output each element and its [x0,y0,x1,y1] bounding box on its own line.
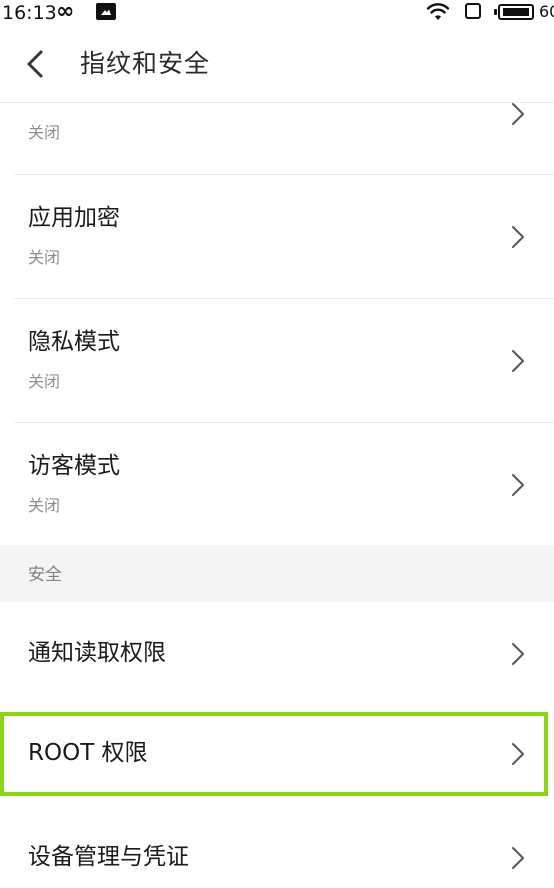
chevron-left-icon[interactable] [22,49,50,79]
wifi-icon [426,3,450,20]
item-title: ROOT 权限 [28,740,148,766]
item-status: 关闭 [28,123,61,142]
square-icon [465,3,481,19]
item-title: 通知读取权限 [28,640,166,666]
privacy-list: 关闭 应用加密 关闭 隐私模式 关闭 访客模式 关闭 [0,80,554,545]
item-title: 隐私模式 [28,329,120,355]
item-title: 设备管理与凭证 [28,844,189,870]
battery-icon [494,4,534,20]
list-item-notification-access[interactable]: 通知读取权限 [0,602,554,706]
list-item-guest-mode[interactable]: 访客模式 关闭 [0,423,554,545]
status-bar: 16:13 ∞ 60 [0,0,554,26]
status-time: 16:13 [2,2,57,24]
battery-percent: 60 [539,2,554,21]
chevron-right-icon [512,643,524,665]
list-item-privacy-mode[interactable]: 隐私模式 关闭 [0,299,554,422]
security-list: 通知读取权限 ROOT 权限 设备管理与凭证 [0,602,554,888]
chevron-right-icon [512,350,524,372]
chevron-right-icon [512,847,524,869]
item-status: 关闭 [28,496,61,515]
chevron-right-icon [512,743,524,765]
item-title: 应用加密 [28,205,120,231]
item-status: 关闭 [28,372,61,391]
infinity-icon: ∞ [56,0,75,24]
chevron-right-icon [512,226,524,248]
gallery-icon [96,3,116,20]
item-status: 关闭 [28,248,61,267]
item-title: 访客模式 [28,453,120,479]
chevron-right-icon [512,474,524,496]
list-item-device-admin[interactable]: 设备管理与凭证 [0,806,554,888]
section-header-label: 安全 [28,565,62,585]
list-item-app-encryption[interactable]: 应用加密 关闭 [0,175,554,298]
section-header-security: 安全 [0,545,554,602]
chevron-right-icon [512,103,524,125]
app-header: 指纹和安全 [0,26,554,103]
list-item-root-access[interactable]: ROOT 权限 [0,712,554,796]
page-title: 指纹和安全 [80,49,211,78]
